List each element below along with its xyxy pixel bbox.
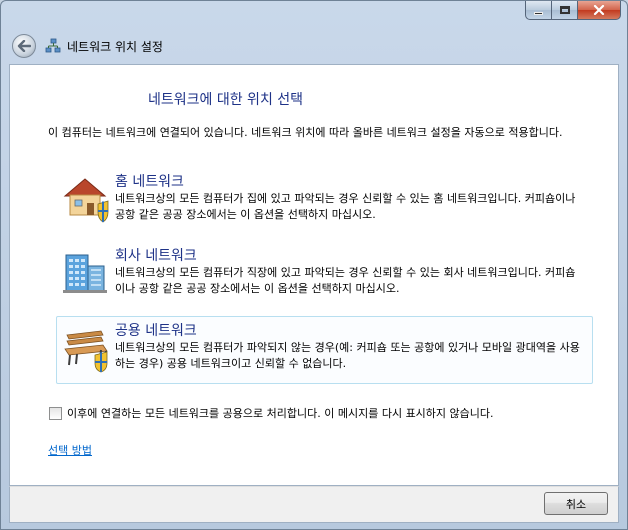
option-public-title: 공용 네트워크 [115,323,197,339]
option-public-desc: 네트워크상의 모든 컴퓨터가 파악되지 않는 경우(예: 커피숍 또는 공항에 … [115,341,580,370]
page-title: 네트워크에 대한 위치 선택 [148,92,304,108]
minimize-icon [534,11,543,15]
window-title: 네트워크 위치 설정 [67,40,163,54]
checkbox-label: 이후에 연결하는 모든 네트워크를 공용으로 처리합니다. 이 메시지를 다시 … [67,407,494,420]
option-home-title: 홈 네트워크 [115,174,184,190]
caption-buttons [525,1,621,20]
footer-bar: 취소 [9,486,619,523]
back-button[interactable] [12,34,36,58]
close-button[interactable] [577,1,621,20]
option-work-network[interactable]: 회사 네트워크 네트워크상의 모든 컴퓨터가 직장에 있고 파악되는 경우 신뢰… [56,241,593,303]
maximize-button[interactable] [551,1,577,20]
close-icon [593,5,605,15]
treat-all-public-checkbox-row[interactable]: 이후에 연결하는 모든 네트워크를 공용으로 처리합니다. 이 메시지를 다시 … [49,405,494,421]
maximize-icon [559,6,570,14]
park-bench-icon [64,330,108,373]
option-home-network[interactable]: 홈 네트워크 네트워크상의 모든 컴퓨터가 집에 있고 파악되는 경우 신뢰할 … [56,167,593,227]
help-link[interactable]: 선택 방법 [48,442,92,458]
option-home-desc: 네트워크상의 모든 컴퓨터가 집에 있고 파악되는 경우 신뢰할 수 있는 홈 … [115,192,576,221]
option-work-title: 회사 네트워크 [115,248,197,264]
option-work-desc: 네트워크상의 모든 컴퓨터가 직장에 있고 파악되는 경우 신뢰할 수 있는 회… [115,266,576,295]
network-icon [45,38,61,53]
home-icon [63,178,109,223]
minimize-button[interactable] [525,1,551,20]
dialog-window: 네트워크 위치 설정 네트워크에 대한 위치 선택 이 컴퓨터는 네트워크에 연… [0,0,628,530]
treat-all-public-checkbox[interactable] [49,406,62,420]
option-public-network[interactable]: 공용 네트워크 네트워크상의 모든 컴퓨터가 파악되지 않는 경우(예: 커피숍… [56,316,593,384]
intro-text: 이 컴퓨터는 네트워크에 연결되어 있습니다. 네트워크 위치에 따라 올바른 … [48,126,563,139]
back-arrow-icon [17,40,31,52]
cancel-button[interactable]: 취소 [544,492,608,515]
content-panel: 네트워크에 대한 위치 선택 이 컴퓨터는 네트워크에 연결되어 있습니다. 네… [9,64,619,486]
office-building-icon [63,254,107,293]
